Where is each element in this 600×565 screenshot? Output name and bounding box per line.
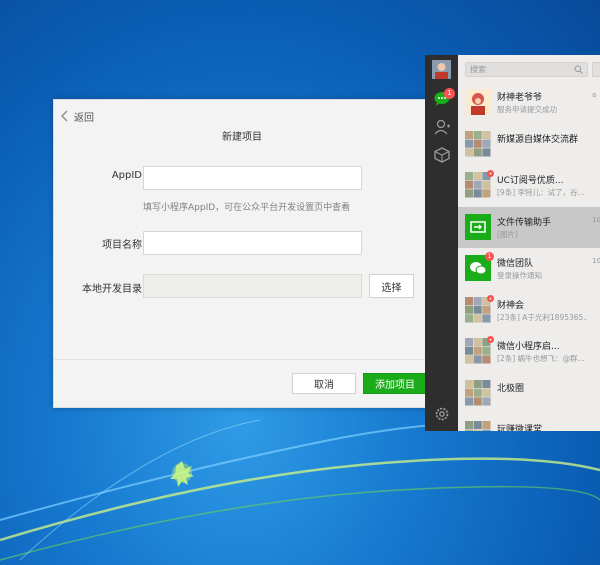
dialog-divider — [54, 359, 428, 360]
favorites-icon[interactable] — [433, 146, 451, 164]
chat-preview: [图片] — [497, 229, 518, 239]
chat-name: 微信团队 — [497, 259, 534, 269]
chat-preview: [23条] A于光利1895365... — [497, 312, 587, 322]
project-name-label: 项目名称 — [102, 240, 142, 251]
group-avatar — [465, 421, 491, 431]
unread-badge: 1 — [485, 252, 494, 261]
add-project-button[interactable]: 添加项目 — [363, 373, 427, 394]
chat-time: a — [592, 91, 597, 99]
chat-name: 文件传输助手 — [497, 217, 552, 228]
contacts-icon[interactable] — [433, 118, 451, 136]
unread-badge: • — [487, 294, 494, 303]
chat-name: 北极圈 — [497, 383, 525, 394]
chat-list-item[interactable]: • 微信小程序启... [2条] 蜗牛也想飞：@群... — [458, 331, 600, 373]
chat-avatar — [465, 130, 491, 157]
chat-preview: [2条] 蜗牛也想飞：@群... — [497, 354, 585, 363]
project-name-input[interactable] — [143, 231, 362, 255]
appid-label: AppID — [111, 170, 142, 181]
chat-name: UC订阅号优质... — [497, 176, 564, 186]
chat-list-item[interactable]: 1 微信团队登录操作通知 10 — [458, 248, 600, 290]
chat-list: 财神老爷爷 服务申请提交成功 a 新媒源自媒体交流群 • UC订阅号优质... [9条] 李… — [458, 82, 600, 431]
appid-input[interactable] — [143, 166, 362, 190]
chat-time: 10 — [592, 257, 600, 265]
settings-icon[interactable] — [433, 405, 451, 423]
chat-avatar — [465, 213, 491, 240]
chat-list-pane: 搜索 财神老爷爷 服务申请提交成功 a 新媒源自媒体交流群 • UC订阅号优质... [9条… — [458, 55, 600, 431]
search-input[interactable]: 搜索 — [465, 62, 588, 77]
windows-logo-glow — [170, 461, 194, 487]
chat-name: 财神会 — [497, 300, 525, 311]
chat-name: 财神老爷爷 — [497, 93, 543, 103]
chat-list-item[interactable]: 财神老爷爷服务申请提交成功 a — [458, 82, 600, 124]
chat-list-item[interactable]: • 财神会 [23条] A于光利1895365... — [458, 290, 600, 332]
back-button[interactable]: 返回 — [60, 108, 94, 124]
choose-directory-button[interactable]: 选择 — [369, 274, 414, 298]
chevron-left-icon — [61, 110, 68, 122]
local-dir-input[interactable] — [143, 274, 362, 298]
chat-time: 10 — [592, 215, 600, 224]
search-icon — [574, 65, 583, 74]
appid-hint: 填写小程序AppID，可在公众平台开发设置页中查看 — [143, 203, 351, 213]
dialog-title: 新建项目 — [222, 132, 262, 143]
group-avatar — [465, 130, 491, 157]
search-placeholder: 搜索 — [470, 65, 486, 74]
local-dir-label: 本地开发目录 — [82, 284, 142, 295]
chat-list-item[interactable]: 北极圈 — [458, 373, 600, 415]
new-project-dialog: 返回 新建项目 AppID 填写小程序AppID，可在公众平台开发设置页中查看 … — [53, 99, 429, 408]
chat-unread-badge: 1 — [444, 88, 455, 99]
add-chat-button[interactable] — [592, 62, 600, 77]
my-avatar[interactable] — [432, 60, 451, 79]
chat-list-item[interactable]: • UC订阅号优质... [9条] 李特儿：试了，谷... — [458, 165, 600, 207]
chat-name: 新媒源自媒体交流群 — [497, 134, 579, 145]
unread-badge: • — [487, 336, 494, 344]
group-avatar — [465, 379, 491, 406]
chat-name: 玩赚微课堂 — [497, 425, 543, 431]
cancel-button[interactable]: 取消 — [292, 373, 356, 394]
chat-preview: 登录操作通知 — [497, 271, 542, 280]
chat-list-item[interactable]: 文件传输助手 [图片] 10 — [458, 206, 600, 248]
chat-name: 微信小程序启... — [497, 342, 560, 352]
chat-preview: [9条] 李特儿：试了，谷... — [497, 188, 585, 197]
chat-avatar — [465, 89, 491, 115]
wechat-window: 1 搜索 财神老爷爷 服务申请提交成功 a 新媒源自媒体交流群 • UC订阅号优质...[… — [425, 55, 600, 431]
back-label: 返回 — [74, 112, 94, 124]
avatar-image — [432, 60, 451, 79]
file-transfer-icon — [465, 213, 491, 240]
chat-preview: 服务申请提交成功 — [497, 105, 557, 114]
god-of-wealth-avatar — [465, 89, 491, 115]
chat-list-item[interactable]: 玩赚微课堂 — [458, 414, 600, 431]
chat-avatar — [465, 379, 491, 406]
nav-rail: 1 — [425, 55, 458, 431]
chat-list-item[interactable]: 新媒源自媒体交流群 — [458, 124, 600, 166]
chat-avatar — [465, 421, 491, 431]
unread-badge: • — [487, 170, 494, 178]
